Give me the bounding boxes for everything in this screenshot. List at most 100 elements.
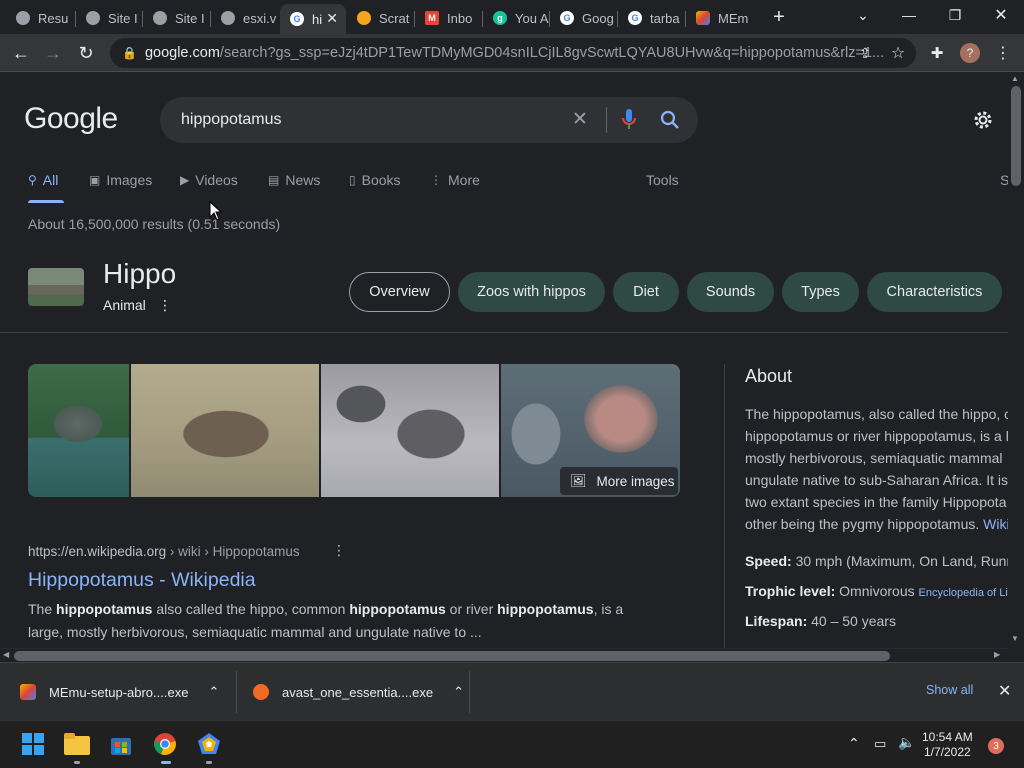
safesearch-button[interactable]: S	[1000, 172, 1008, 188]
tab-all[interactable]: ⚲ All	[28, 172, 58, 188]
settings-gear-icon[interactable]	[971, 108, 995, 132]
google-icon: G	[560, 11, 574, 25]
restore-icon[interactable]: ❐	[932, 0, 978, 30]
show-all-button[interactable]: Show all	[926, 683, 973, 697]
close-tab-icon[interactable]: ✕	[326, 10, 338, 27]
download-item-memu[interactable]: MEmu-setup-abro....exe ⌃	[20, 663, 219, 721]
tab-videos[interactable]: ▶ Videos	[180, 172, 238, 188]
tools-label: Tools	[646, 172, 679, 188]
scroll-up-icon[interactable]: ▲	[1011, 74, 1019, 83]
search-icon[interactable]	[660, 110, 680, 135]
tab-strip: Resu Site I Site I esxi.v G hi ✕ Scrat M…	[0, 0, 1024, 34]
microphone-icon[interactable]	[622, 109, 636, 136]
tab-3[interactable]: Site I	[143, 4, 211, 32]
new-tab-icon[interactable]: +	[756, 2, 802, 32]
extensions-icon[interactable]: ✚	[924, 40, 950, 66]
tab-8[interactable]: g You A	[483, 4, 550, 32]
volume-icon[interactable]: 🔈	[898, 734, 915, 751]
windows-taskbar: ⌃ ▭ 🔈 10:54 AM 1/7/2022 3	[0, 720, 1024, 768]
system-clock[interactable]: 10:54 AM 1/7/2022	[922, 730, 973, 760]
source-link[interactable]: Encyclopedia of Life	[919, 587, 1009, 599]
scroll-thumb[interactable]	[1011, 86, 1021, 186]
profile-avatar[interactable]: ?	[957, 40, 983, 66]
search-input[interactable]: hippopotamus	[181, 111, 282, 129]
tab-9[interactable]: G Goog	[550, 4, 618, 32]
network-icon[interactable]: ▭	[874, 736, 886, 752]
share-icon[interactable]: ⇪	[852, 40, 878, 66]
tab-11[interactable]: MEm	[686, 4, 754, 32]
tab-7[interactable]: M Inbo	[415, 4, 483, 32]
hippo-image-1[interactable]	[28, 364, 129, 497]
tab-6[interactable]: Scrat	[347, 4, 415, 32]
tab-10[interactable]: G tarba	[618, 4, 686, 32]
tab-label: esxi.v	[243, 10, 277, 26]
scroll-left-icon[interactable]: ◀	[3, 650, 9, 659]
mouse-cursor-icon	[209, 200, 223, 226]
hippo-thumbnail[interactable]	[28, 268, 84, 306]
tab-2[interactable]: Site I	[76, 4, 143, 32]
horizontal-scrollbar[interactable]: ◀ ▶	[0, 648, 1008, 662]
lock-icon: 🔒	[122, 46, 137, 60]
fact-lifespan: Lifespan: 40 – 50 years	[745, 613, 896, 629]
chip-diet[interactable]: Diet	[613, 272, 679, 312]
image-icon: 🖼	[570, 473, 587, 488]
back-icon[interactable]: ←	[8, 40, 34, 66]
scroll-right-icon[interactable]: ▶	[994, 650, 1000, 659]
close-shelf-icon[interactable]: ✕	[998, 681, 1011, 701]
wikipedia-link[interactable]: Wiki	[983, 516, 1008, 532]
chip-sounds[interactable]: Sounds	[687, 272, 774, 312]
chrome-icon	[153, 11, 167, 25]
search-box[interactable]: hippopotamus ✕	[160, 97, 698, 143]
tab-more[interactable]: ⋮ More	[430, 172, 480, 188]
tab-1[interactable]: Resu	[6, 4, 76, 32]
tools-button[interactable]: Tools	[646, 172, 679, 188]
entity-menu-icon[interactable]: ⋮	[158, 297, 172, 314]
result-menu-icon[interactable]: ⋮	[332, 542, 346, 559]
chip-zoos-with-hippos[interactable]: Zoos with hippos	[458, 272, 605, 312]
result-url[interactable]: https://en.wikipedia.org › wiki › Hippop…	[28, 544, 300, 559]
forward-icon[interactable]: →	[40, 40, 66, 66]
microsoft-store-icon[interactable]	[108, 731, 134, 757]
chip-overview[interactable]: Overview	[349, 272, 450, 312]
bookmark-star-icon[interactable]: ☆	[885, 40, 911, 66]
tab-books[interactable]: ▯ Books	[349, 172, 401, 188]
file-explorer-icon[interactable]	[64, 731, 90, 757]
download-item-avast[interactable]: avast_one_essentia....exe ⌃	[253, 663, 464, 721]
hippo-image-2[interactable]	[131, 364, 319, 497]
running-indicator	[74, 761, 80, 764]
tab-images[interactable]: ▣ Images	[89, 172, 152, 188]
chrome-taskbar-icon[interactable]	[152, 731, 178, 757]
tab-active-hippopotamus[interactable]: G hi ✕	[280, 4, 346, 34]
more-images-button[interactable]: 🖼 More images	[560, 467, 678, 495]
chevron-up-icon[interactable]: ⌃	[208, 684, 219, 700]
tab-label: Site I	[108, 10, 138, 26]
grammarly-icon: g	[493, 11, 507, 25]
vertical-scrollbar[interactable]: ▲ ▼	[1008, 72, 1024, 648]
notification-badge[interactable]: 3	[988, 738, 1004, 754]
chip-label: Zoos with hippos	[477, 284, 586, 300]
hippo-image-3[interactable]	[321, 364, 499, 497]
menu-kebab-icon[interactable]: ⋮	[990, 40, 1016, 66]
chevron-up-icon[interactable]: ⌃	[453, 684, 464, 700]
address-bar[interactable]: 🔒 google.com/search?gs_ssp=eJzj4tDP1TewT…	[110, 38, 916, 68]
tab-search-icon[interactable]: ⌄	[840, 0, 886, 30]
memu-taskbar-icon[interactable]	[196, 731, 222, 757]
google-logo[interactable]: Google	[24, 102, 118, 136]
tab-4[interactable]: esxi.v	[211, 4, 279, 32]
tab-news[interactable]: ▤ News	[268, 172, 320, 188]
tab-label: Goog	[582, 10, 614, 26]
gmail-icon: M	[425, 11, 439, 25]
about-line: The hippopotamus, also called the hippo,…	[745, 406, 1008, 422]
chip-characteristics[interactable]: Characteristics	[867, 272, 1002, 312]
reload-icon[interactable]: ↻	[73, 40, 99, 66]
result-title-link[interactable]: Hippopotamus - Wikipedia	[28, 569, 256, 592]
scroll-down-icon[interactable]: ▼	[1011, 634, 1019, 643]
chevron-up-icon[interactable]: ⌃	[848, 735, 860, 752]
clear-icon[interactable]: ✕	[572, 108, 588, 131]
chip-types[interactable]: Types	[782, 272, 859, 312]
safesearch-label: S	[1000, 172, 1008, 188]
scroll-thumb[interactable]	[14, 651, 890, 661]
windows-start-icon[interactable]	[20, 731, 46, 757]
window-close-icon[interactable]: ✕	[978, 0, 1024, 30]
minimize-icon[interactable]: —	[886, 0, 932, 30]
